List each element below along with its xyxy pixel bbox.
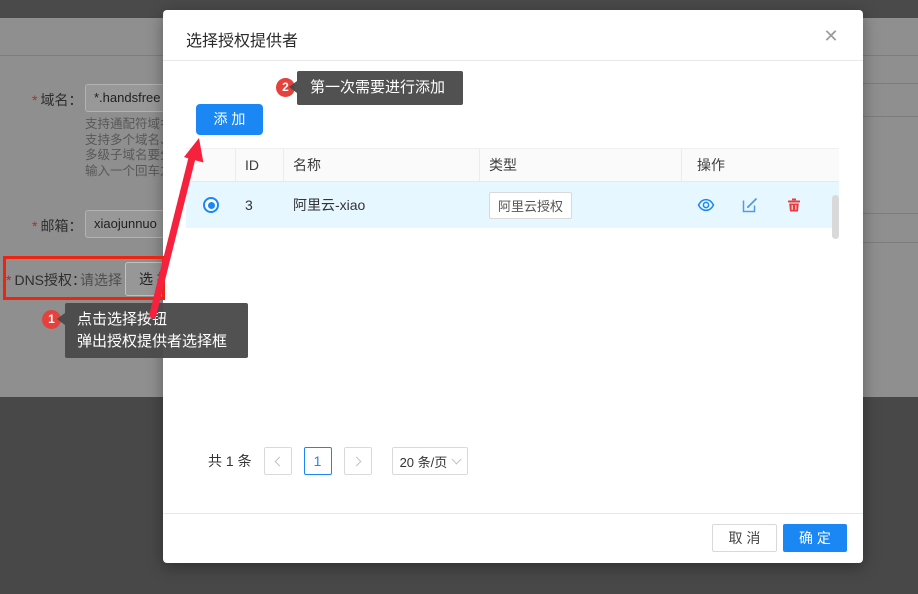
step2-tooltip-text: 第一次需要进行添加 xyxy=(310,79,445,96)
step1-tooltip-line1: 点击选择按钮 xyxy=(77,309,236,331)
column-header-type: 类型 xyxy=(480,149,682,181)
modal-header: 选择授权提供者 ✕ xyxy=(163,10,863,61)
view-icon[interactable] xyxy=(697,196,715,214)
column-header-id: ID xyxy=(236,149,284,181)
background-row-divider xyxy=(863,242,918,243)
domain-tip-line: 支持通配符域名 xyxy=(85,117,163,133)
domain-label: *域名： xyxy=(32,90,82,110)
row-name-cell: 阿里云-xiao xyxy=(284,195,480,215)
type-tag: 阿里云授权 xyxy=(489,192,572,219)
close-icon[interactable]: ✕ xyxy=(819,24,843,48)
select-provider-modal: 选择授权提供者 ✕ 添 加 ID 名称 类型 操作 3 阿里云-xiao 阿里云… xyxy=(163,10,863,563)
table-scrollbar-thumb[interactable] xyxy=(832,195,839,239)
domain-tip-line: 多级子域名要分 xyxy=(85,148,163,164)
confirm-button[interactable]: 确 定 xyxy=(783,524,847,552)
step1-tooltip: 点击选择按钮 弹出授权提供者选择框 xyxy=(65,303,248,358)
chevron-down-icon xyxy=(451,455,461,465)
email-input[interactable]: xiaojunnuo xyxy=(85,210,175,238)
chevron-right-icon xyxy=(351,456,361,466)
delete-icon[interactable] xyxy=(785,196,803,214)
required-asterisk: * xyxy=(32,218,37,234)
domain-tips: 支持通配符域名 支持多个域名、 多级子域名要分 输入一个回车之 xyxy=(85,117,163,179)
email-label: *邮箱： xyxy=(32,216,82,236)
add-provider-button[interactable]: 添 加 xyxy=(196,104,263,135)
modal-title: 选择授权提供者 xyxy=(186,27,298,51)
edit-icon[interactable] xyxy=(741,196,759,214)
required-asterisk: * xyxy=(32,92,37,108)
current-page-button[interactable]: 1 xyxy=(304,447,332,475)
pagination: 共 1 条 1 20 条/页 xyxy=(208,447,468,475)
column-header-name: 名称 xyxy=(284,149,480,181)
domain-tip-line: 输入一个回车之 xyxy=(85,164,163,180)
screen: *域名： *.handsfree 支持通配符域名 支持多个域名、 多级子域名要分… xyxy=(0,0,918,594)
row-actions-cell xyxy=(682,196,831,214)
page-size-select[interactable]: 20 条/页 xyxy=(392,447,468,475)
step2-tooltip: 第一次需要进行添加 xyxy=(297,71,463,105)
cancel-button[interactable]: 取 消 xyxy=(712,524,777,552)
background-row-divider xyxy=(863,213,918,214)
background-row-divider xyxy=(863,116,918,117)
footer-divider xyxy=(163,513,863,514)
highlight-rectangle xyxy=(3,256,165,300)
domain-tip-line: 支持多个域名、 xyxy=(85,133,163,149)
row-id-cell: 3 xyxy=(236,197,284,213)
radio-column-header xyxy=(186,149,236,181)
step1-tooltip-line2: 弹出授权提供者选择框 xyxy=(77,331,236,353)
tooltip-notch xyxy=(289,81,297,93)
table-row[interactable]: 3 阿里云-xiao 阿里云授权 xyxy=(186,182,839,228)
row-type-cell: 阿里云授权 xyxy=(480,192,682,219)
background-row-divider xyxy=(863,83,918,84)
provider-table: ID 名称 类型 操作 3 阿里云-xiao 阿里云授权 xyxy=(186,148,839,228)
tooltip-notch xyxy=(57,313,65,325)
radio-selected[interactable] xyxy=(203,197,219,213)
table-header-row: ID 名称 类型 操作 xyxy=(186,148,839,182)
domain-input[interactable]: *.handsfree xyxy=(85,84,175,112)
row-radio-cell xyxy=(186,197,236,213)
radio-dot xyxy=(208,202,215,209)
column-header-actions: 操作 xyxy=(682,149,831,181)
next-page-button[interactable] xyxy=(344,447,372,475)
pagination-total: 共 1 条 xyxy=(208,451,252,471)
chevron-left-icon xyxy=(274,456,284,466)
prev-page-button[interactable] xyxy=(264,447,292,475)
page-size-value: 20 条/页 xyxy=(400,452,448,471)
